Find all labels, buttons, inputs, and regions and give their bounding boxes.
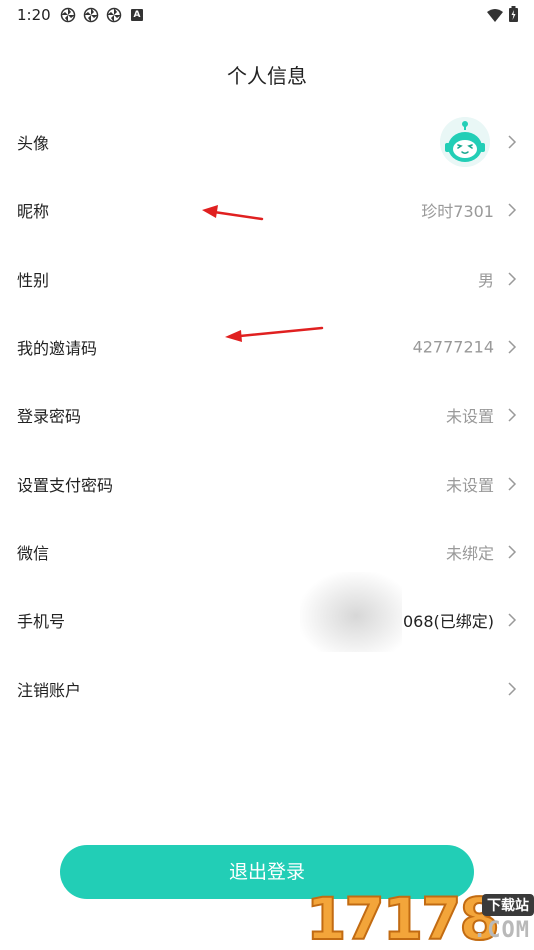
invite-code-value: 42777214 — [412, 337, 494, 357]
notification-icons: A — [60, 7, 143, 23]
chevron-right-icon — [508, 203, 517, 217]
privacy-blur — [300, 572, 402, 652]
phone-row[interactable]: 手机号 068(已绑定) — [0, 586, 534, 654]
wifi-icon — [487, 7, 503, 26]
pinwheel-icon — [60, 7, 76, 23]
status-time: 1:20 — [17, 6, 51, 24]
wechat-row[interactable]: 微信 未绑定 — [0, 518, 534, 586]
login-password-label: 登录密码 — [17, 407, 82, 427]
login-password-row[interactable]: 登录密码 未设置 — [0, 381, 534, 449]
gender-label: 性别 — [17, 270, 50, 290]
battery-charging-icon — [509, 6, 518, 26]
chevron-right-icon — [508, 135, 517, 149]
chevron-right-icon — [508, 408, 517, 422]
phone-value: 068(已绑定) — [402, 612, 494, 632]
invite-code-label: 我的邀请码 — [17, 339, 98, 359]
nickname-value: 珍时7301 — [421, 202, 494, 222]
avatar-row[interactable]: 头像 — [0, 108, 534, 176]
gender-value: 男 — [477, 270, 494, 290]
avatar-label: 头像 — [17, 134, 50, 154]
red-arrow-icon — [225, 326, 324, 342]
chevron-right-icon — [508, 272, 517, 286]
cancel-account-row[interactable]: 注销账户 — [0, 654, 534, 722]
chevron-right-icon — [508, 613, 517, 627]
pay-password-row[interactable]: 设置支付密码 未设置 — [0, 449, 534, 517]
chevron-right-icon — [508, 477, 517, 491]
cancel-account-label: 注销账户 — [17, 680, 82, 700]
login-password-value: 未设置 — [445, 407, 494, 427]
gender-row[interactable]: 性别 男 — [0, 245, 534, 313]
chevron-right-icon — [508, 681, 517, 696]
wechat-label: 微信 — [17, 543, 50, 563]
pay-password-label: 设置支付密码 — [17, 475, 114, 495]
nickname-label: 昵称 — [17, 202, 50, 222]
pinwheel-icon — [83, 7, 99, 23]
chevron-right-icon — [508, 340, 517, 354]
chevron-right-icon — [508, 545, 517, 559]
wechat-value: 未绑定 — [445, 543, 494, 563]
robot-avatar-icon — [440, 117, 490, 168]
pinwheel-icon — [106, 7, 122, 23]
watermark-suffix: .COM — [473, 918, 530, 943]
red-arrow-icon — [202, 205, 264, 221]
status-bar: 1:20 A — [0, 0, 534, 30]
system-icons — [487, 6, 518, 26]
a-icon: A — [131, 9, 143, 21]
phone-label: 手机号 — [17, 612, 66, 632]
pay-password-value: 未设置 — [445, 475, 494, 495]
watermark-logo: 17178 下载站 .COM — [305, 885, 534, 950]
watermark-tag: 下载站 — [482, 894, 534, 916]
avatar[interactable] — [440, 117, 490, 168]
page-title: 个人信息 — [227, 64, 307, 88]
watermark-digits: 17178 — [305, 885, 501, 950]
